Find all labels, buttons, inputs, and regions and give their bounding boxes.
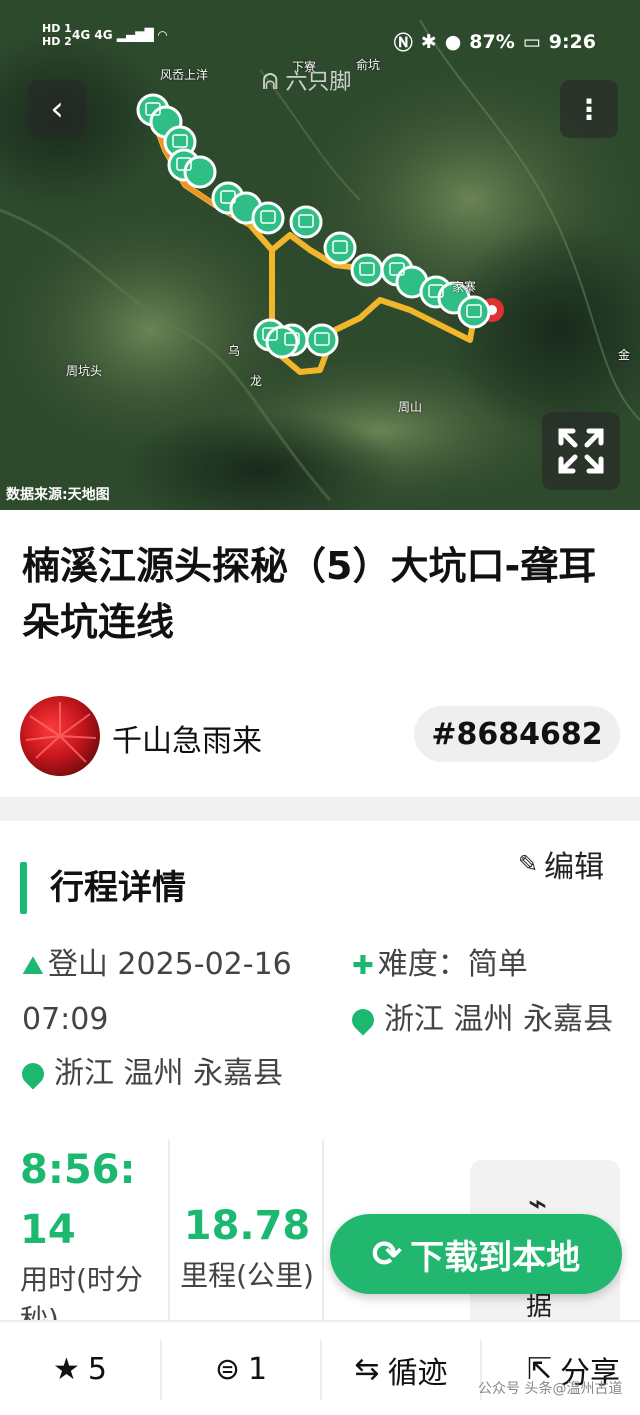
follow-label: 循迹: [387, 1355, 448, 1391]
avatar[interactable]: [20, 696, 100, 776]
stat-divider: [322, 1140, 324, 1320]
start-location: 浙江 温州 永嘉县: [54, 1056, 284, 1091]
edit-icon: ✎: [518, 850, 539, 878]
details-right: ✚ 难度：简单 浙江 温州 永嘉县: [347, 938, 620, 1047]
location-pin-icon: [347, 1004, 379, 1036]
edit-button[interactable]: ✎ 编辑: [518, 842, 604, 886]
route-map[interactable]: HD 1 HD 2 4G 4G ▂▄▆█ ◠ Ⓝ ✱ ● 87% ▭ 9:26 …: [0, 0, 640, 510]
duration-value: 8:56:14: [20, 1147, 136, 1253]
status-bar: HD 1 HD 2 4G 4G ▂▄▆█ ◠ Ⓝ ✱ ● 87% ▭ 9:26: [0, 0, 640, 70]
track-id-badge[interactable]: #8684682: [414, 706, 620, 762]
activity-type: 登山: [47, 947, 108, 982]
place-label: 风岙上洋: [160, 68, 209, 82]
battery-percent: 87%: [469, 30, 515, 53]
comment-icon: ⊜: [214, 1352, 241, 1387]
battery-icon: ▭: [522, 30, 541, 53]
section-accent-bar: [20, 862, 27, 914]
hd1-label: HD 1: [42, 22, 72, 35]
screen: HD 1 HD 2 4G 4G ▂▄▆█ ◠ Ⓝ ✱ ● 87% ▭ 9:26 …: [0, 0, 640, 1415]
follow-track-button[interactable]: ⇆ 循迹: [322, 1322, 480, 1415]
star-count: 5: [87, 1352, 107, 1387]
footer-watermark: 公众号 头条@温州古道: [478, 1381, 623, 1397]
chevron-left-icon: ‹: [50, 89, 64, 129]
section-title: 行程详情: [50, 868, 186, 908]
hd-indicators: HD 1 HD 2: [42, 22, 72, 48]
status-right: Ⓝ ✱ ● 87% ▭ 9:26: [394, 28, 596, 55]
clock: 9:26: [548, 30, 596, 53]
place-label: 俞坑: [356, 58, 381, 72]
edit-label: 编辑: [544, 850, 605, 885]
more-vertical-icon: ⋮: [575, 92, 603, 126]
share-button[interactable]: ⇱ 分享: [482, 1322, 640, 1415]
avatar-flower-image: [25, 702, 97, 763]
bluetooth-icon: ✱: [420, 30, 437, 53]
author-name[interactable]: 千山急雨来: [112, 716, 262, 760]
footprint-icon: ᕱ: [262, 70, 279, 95]
star-icon: ★: [53, 1352, 80, 1387]
place-label: 下寮: [292, 60, 317, 74]
comment-button[interactable]: ⊜ 1: [162, 1322, 320, 1415]
more-button[interactable]: ⋮: [560, 80, 618, 138]
comment-count: 1: [248, 1352, 268, 1387]
author-row: 千山急雨来 #8684682: [20, 696, 620, 776]
mountain-icon: ⛰: [22, 951, 44, 981]
place-label: 龙: [250, 374, 263, 388]
stat-distance: 18.78 里程(公里): [174, 1140, 320, 1320]
place-label: 周坑头: [66, 364, 103, 378]
download-button[interactable]: ⟳ 下载到本地: [330, 1214, 622, 1294]
download-label: 下载到本地: [410, 1237, 581, 1278]
refresh-icon: ⟳: [371, 1233, 403, 1275]
expand-map-button[interactable]: [542, 412, 620, 490]
map-source-label: 数据来源:天地图: [6, 487, 110, 503]
signal-indicator: 4G 4G ▂▄▆█ ◠: [72, 28, 167, 42]
end-location: 浙江 温州 永嘉县: [384, 1002, 614, 1037]
place-label: 乌: [228, 344, 241, 358]
swap-icon: ⇆: [354, 1352, 380, 1387]
location-icon: ●: [444, 30, 462, 53]
details-left: ⛰ 登山 2025-02-16 07:09 浙江 温州 永嘉县: [17, 938, 342, 1101]
distance-label: 里程(公里): [180, 1259, 314, 1292]
stat-divider: [168, 1140, 170, 1320]
signal-label: 4G 4G: [72, 28, 113, 42]
wifi-icon: ◠: [157, 28, 168, 42]
back-button[interactable]: ‹: [28, 80, 86, 138]
hd2-label: HD 2: [42, 35, 72, 48]
signal-bars-icon: ▂▄▆█: [116, 28, 154, 42]
puzzle-icon: ✚: [352, 951, 374, 981]
place-label: 家寨: [452, 280, 477, 294]
place-label: 金: [618, 348, 631, 362]
bottom-action-bar: ★ 5 ⊜ 1 ⇆ 循迹 ⇱ 分享: [0, 1320, 640, 1415]
stat-duration: 8:56:14 用时(时分秒): [20, 1140, 160, 1336]
location-pin-icon: [17, 1058, 49, 1090]
trip-title: 楠溪江源头探秘（5）大坑口-聋耳朵坑连线: [22, 544, 597, 644]
section-divider: [0, 797, 640, 821]
place-label: 周山: [398, 400, 423, 414]
nfc-icon: Ⓝ: [393, 32, 413, 54]
star-button[interactable]: ★ 5: [0, 1322, 160, 1415]
distance-value: 18.78: [183, 1203, 311, 1249]
difficulty: 难度：简单: [377, 947, 528, 982]
expand-icon: [558, 428, 604, 474]
